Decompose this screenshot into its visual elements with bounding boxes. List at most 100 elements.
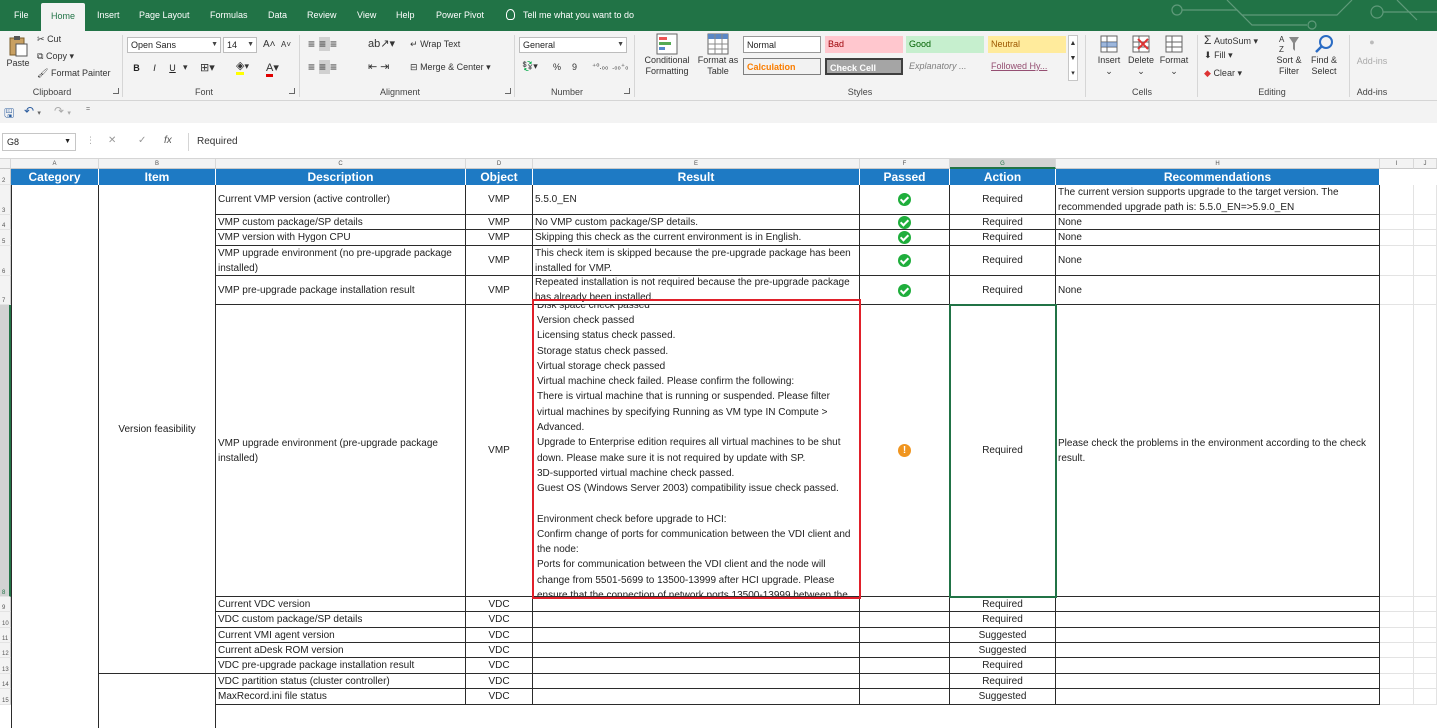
style-calculation[interactable]: Calculation bbox=[743, 58, 821, 75]
object-cell[interactable]: VMP bbox=[466, 185, 533, 215]
increase-decimal-button[interactable]: ⁺⁰.₀₀ bbox=[592, 62, 608, 71]
description-cell[interactable]: VDC custom package/SP details bbox=[216, 612, 466, 628]
menu-tab-power-pivot[interactable]: Power Pivot bbox=[426, 0, 494, 31]
menu-tab-review[interactable]: Review bbox=[297, 0, 347, 31]
row-header-15[interactable]: 15 bbox=[0, 689, 11, 705]
object-cell[interactable]: VDC bbox=[466, 628, 533, 643]
accounting-format-button[interactable]: 💱▾ bbox=[522, 61, 538, 72]
column-header-g[interactable]: G bbox=[950, 159, 1056, 169]
empty-cell[interactable] bbox=[1380, 246, 1414, 276]
result-cell[interactable]: Disk space check passed Version check pas… bbox=[533, 305, 860, 597]
description-cell[interactable]: Current VDC version bbox=[216, 597, 466, 612]
row-header-6[interactable]: 6 bbox=[0, 246, 11, 276]
number-launcher-icon[interactable] bbox=[624, 88, 630, 94]
underline-dropdown[interactable]: ▾ bbox=[183, 62, 188, 73]
recommendation-cell[interactable] bbox=[1056, 597, 1380, 612]
redo-icon[interactable]: ↷ ▾ bbox=[54, 104, 71, 118]
copy-button[interactable]: ⧉ Copy ▾ bbox=[37, 51, 74, 62]
horizontal-align-buttons[interactable]: ≡≡≡ bbox=[308, 60, 341, 74]
style-normal[interactable]: Normal bbox=[743, 36, 821, 53]
style-bad[interactable]: Bad bbox=[825, 36, 903, 53]
menu-tab-home[interactable]: Home bbox=[41, 3, 86, 31]
object-cell[interactable]: VMP bbox=[466, 246, 533, 276]
empty-cell[interactable] bbox=[1380, 276, 1414, 305]
passed-cell[interactable] bbox=[860, 643, 950, 658]
description-cell[interactable]: Current aDesk ROM version bbox=[216, 643, 466, 658]
wrap-text-button[interactable]: ↵ Wrap Text bbox=[410, 39, 460, 50]
action-cell[interactable]: Required bbox=[950, 215, 1056, 230]
empty-cell[interactable] bbox=[1414, 597, 1437, 612]
empty-cell[interactable] bbox=[1380, 674, 1414, 689]
underline-button[interactable]: U bbox=[166, 62, 179, 75]
result-cell[interactable] bbox=[533, 612, 860, 628]
description-cell[interactable]: VMP upgrade environment (no pre-upgrade … bbox=[216, 246, 466, 276]
object-cell[interactable]: VMP bbox=[466, 230, 533, 246]
find-select-button[interactable]: Find & Select bbox=[1307, 33, 1341, 77]
row-header-9[interactable]: 9 bbox=[0, 597, 11, 612]
empty-cell[interactable] bbox=[1380, 689, 1414, 705]
cut-button[interactable]: ✂ Cut bbox=[37, 34, 61, 45]
passed-cell[interactable] bbox=[860, 689, 950, 705]
name-box[interactable]: G8 ▼ bbox=[2, 133, 76, 151]
row-header-10[interactable]: 10 bbox=[0, 612, 11, 628]
column-header-d[interactable]: D bbox=[466, 159, 533, 169]
recommendation-cell[interactable] bbox=[1056, 674, 1380, 689]
sort-filter-button[interactable]: AZ Sort & Filter bbox=[1273, 33, 1305, 77]
description-cell[interactable]: MaxRecord.ini file status bbox=[216, 689, 466, 705]
empty-cell[interactable] bbox=[1414, 185, 1437, 215]
format-painter-button[interactable]: 🖌 Format Painter bbox=[37, 68, 110, 79]
menu-tab-data[interactable]: Data bbox=[258, 0, 297, 31]
object-cell[interactable]: VDC bbox=[466, 597, 533, 612]
row-header-5[interactable]: 5 bbox=[0, 230, 11, 246]
recommendation-cell[interactable] bbox=[1056, 658, 1380, 674]
result-cell[interactable] bbox=[533, 628, 860, 643]
column-header-a[interactable]: A bbox=[11, 159, 99, 169]
passed-cell[interactable] bbox=[860, 658, 950, 674]
column-header-e[interactable]: E bbox=[533, 159, 860, 169]
insert-function-icon[interactable]: fx bbox=[164, 135, 172, 146]
undo-icon[interactable]: ↶ ▾ bbox=[24, 104, 41, 118]
column-header-f[interactable]: F bbox=[860, 159, 950, 169]
vertical-align-buttons[interactable]: ≡≡≡ bbox=[308, 37, 341, 51]
tell-me-search[interactable]: Tell me what you want to do bbox=[506, 0, 634, 31]
object-cell[interactable]: VMP bbox=[466, 215, 533, 230]
result-cell[interactable] bbox=[533, 643, 860, 658]
object-cell[interactable]: VMP bbox=[466, 305, 533, 597]
result-cell[interactable]: 5.5.0_EN bbox=[533, 185, 860, 215]
item-cell-row14[interactable] bbox=[99, 674, 216, 728]
indent-buttons[interactable]: ⇤ ⇥ bbox=[368, 60, 390, 73]
font-family-select[interactable]: Open Sans ▼ bbox=[127, 37, 221, 53]
object-cell[interactable]: VDC bbox=[466, 689, 533, 705]
empty-cell[interactable] bbox=[1414, 230, 1437, 246]
result-cell[interactable]: Repeated installation is not required be… bbox=[533, 276, 860, 305]
clear-button[interactable]: ◆ Clear ▾ bbox=[1204, 68, 1242, 79]
empty-cell[interactable] bbox=[1380, 658, 1414, 674]
font-size-select[interactable]: 14 ▼ bbox=[223, 37, 257, 53]
bold-button[interactable]: B bbox=[130, 62, 143, 75]
row-header-7[interactable]: 7 bbox=[0, 276, 11, 305]
formula-bar-menu-icon[interactable]: ⋮ bbox=[86, 135, 95, 146]
format-as-table-button[interactable]: Format as Table bbox=[696, 33, 740, 77]
fill-color-button[interactable]: ◈▾ bbox=[236, 59, 249, 75]
menu-tab-view[interactable]: View bbox=[347, 0, 386, 31]
style-check-cell[interactable]: Check Cell bbox=[825, 58, 903, 75]
action-cell[interactable]: Suggested bbox=[950, 628, 1056, 643]
select-all-corner[interactable] bbox=[0, 159, 11, 169]
recommendation-cell[interactable]: None bbox=[1056, 246, 1380, 276]
row-header-13[interactable]: 13 bbox=[0, 658, 11, 674]
empty-cell[interactable] bbox=[1380, 628, 1414, 643]
action-cell[interactable]: Required bbox=[950, 230, 1056, 246]
recommendation-cell[interactable] bbox=[1056, 628, 1380, 643]
row-header-8[interactable]: 8 bbox=[0, 305, 11, 597]
save-icon[interactable]: 🖫 bbox=[4, 104, 14, 125]
recommendation-cell[interactable]: None bbox=[1056, 230, 1380, 246]
recommendation-cell[interactable]: Please check the problems in the environ… bbox=[1056, 305, 1380, 597]
description-cell[interactable]: VDC pre-upgrade package installation res… bbox=[216, 658, 466, 674]
description-cell[interactable]: VDC partition status (cluster controller… bbox=[216, 674, 466, 689]
passed-cell[interactable] bbox=[860, 246, 950, 276]
menu-tab-file[interactable]: File bbox=[4, 0, 39, 31]
format-cells-button[interactable]: Format ⌄ bbox=[1158, 33, 1190, 77]
formula-input[interactable]: Required bbox=[188, 133, 1435, 151]
fill-button[interactable]: ⬇ Fill ▾ bbox=[1204, 50, 1233, 61]
grow-font-button[interactable]: A˄ bbox=[263, 39, 276, 50]
